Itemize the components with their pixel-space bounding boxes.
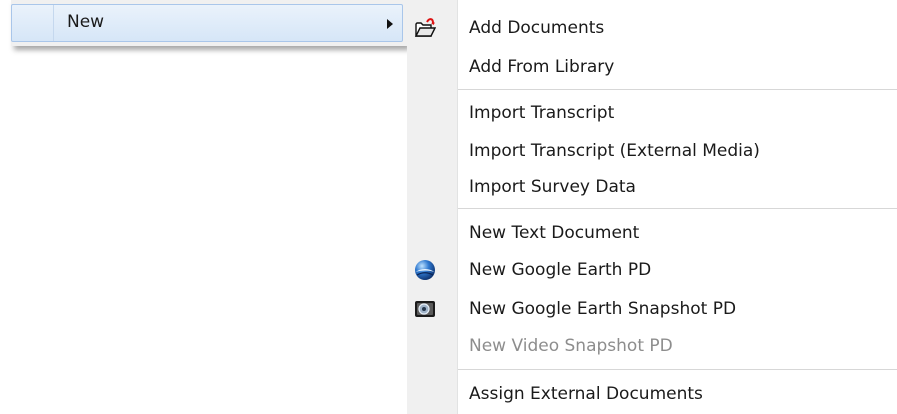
submenu-arrow-icon bbox=[387, 19, 393, 29]
new-submenu: Add Documents Add From Library Import Tr… bbox=[407, 0, 897, 414]
snapshot-camera-icon bbox=[414, 298, 436, 320]
menu-item-import-transcript-external-media[interactable]: Import Transcript (External Media) bbox=[407, 132, 897, 171]
menu-item-label: New Text Document bbox=[469, 223, 640, 243]
menu-item-new[interactable]: New bbox=[11, 4, 403, 42]
open-folder-icon bbox=[414, 17, 437, 39]
menu-item-new-video-snapshot-pd: New Video Snapshot PD bbox=[407, 327, 897, 366]
menu-item-assign-external-documents[interactable]: Assign External Documents bbox=[407, 375, 897, 414]
menu-divider bbox=[458, 208, 897, 210]
menu-item-import-survey-data[interactable]: Import Survey Data bbox=[407, 168, 897, 207]
menu-divider bbox=[458, 369, 897, 371]
google-earth-icon bbox=[414, 259, 436, 281]
context-menu: New bbox=[11, 0, 407, 46]
menu-item-label: Add Documents bbox=[469, 18, 605, 38]
menu-item-label: Import Transcript bbox=[469, 103, 615, 123]
menu-divider bbox=[458, 89, 897, 91]
menu-item-import-transcript[interactable]: Import Transcript bbox=[407, 94, 897, 133]
menu-item-label: New Google Earth PD bbox=[469, 260, 652, 280]
menu-item-label: Add From Library bbox=[469, 57, 615, 77]
menu-item-new-google-earth-pd[interactable]: New Google Earth PD bbox=[407, 251, 897, 290]
menu-item-label: Import Survey Data bbox=[469, 177, 636, 197]
menu-item-new-text-document[interactable]: New Text Document bbox=[407, 214, 897, 253]
icon-gutter-divider bbox=[53, 5, 54, 41]
menu-item-label: New Google Earth Snapshot PD bbox=[469, 299, 737, 319]
menu-item-new-google-earth-snapshot-pd[interactable]: New Google Earth Snapshot PD bbox=[407, 290, 897, 329]
menu-item-label: New Video Snapshot PD bbox=[469, 336, 673, 356]
menu-item-add-documents[interactable]: Add Documents bbox=[407, 9, 897, 48]
menu-item-label: Assign External Documents bbox=[469, 384, 703, 404]
menu-item-add-from-library[interactable]: Add From Library bbox=[407, 48, 897, 87]
menu-item-label: Import Transcript (External Media) bbox=[469, 141, 760, 161]
menu-item-new-label: New bbox=[67, 12, 105, 32]
